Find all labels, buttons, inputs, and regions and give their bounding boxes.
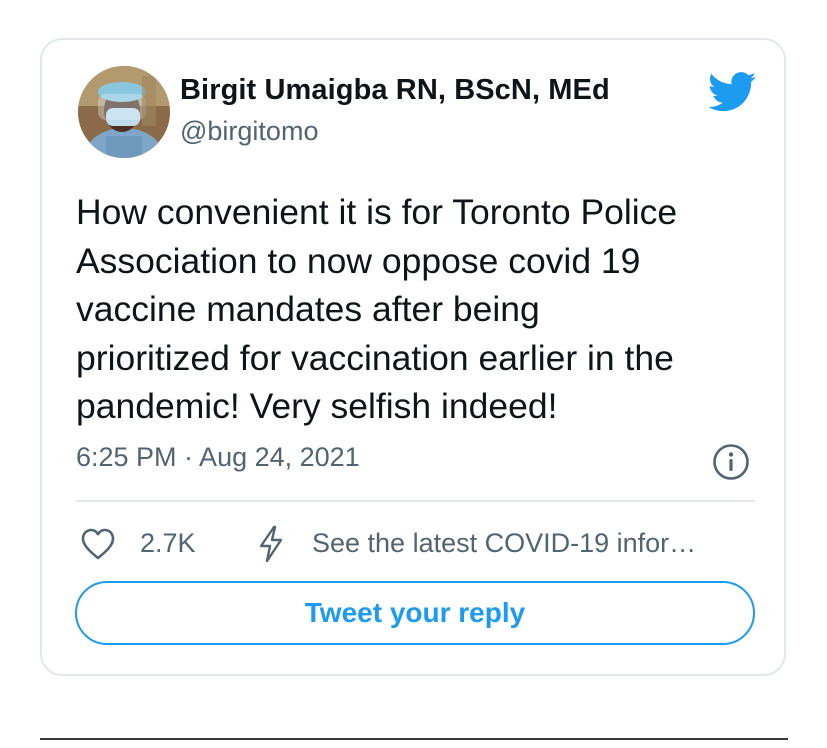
info-icon[interactable]	[712, 443, 750, 481]
covid-info-link[interactable]: See the latest COVID-19 infor…	[312, 528, 696, 559]
lightning-bolt-icon[interactable]	[256, 524, 286, 564]
avatar[interactable]	[78, 66, 170, 158]
bottom-divider	[40, 738, 788, 740]
avatar-photo	[78, 66, 170, 158]
tweet-card[interactable]: Birgit Umaigba RN, BScN, MEd @birgitomo …	[40, 38, 786, 676]
heart-icon[interactable]	[80, 527, 116, 561]
author-name[interactable]: Birgit Umaigba RN, BScN, MEd	[180, 74, 610, 107]
tweet-text: How convenient it is for Toronto Police …	[76, 192, 678, 426]
divider	[76, 500, 755, 502]
author-handle[interactable]: @birgitomo	[180, 116, 318, 147]
like-count[interactable]: 2.7K	[140, 528, 196, 559]
tweet-reply-button[interactable]: Tweet your reply	[75, 581, 755, 645]
tweet-timestamp[interactable]: 6:25 PM · Aug 24, 2021	[76, 442, 360, 473]
twitter-bird-icon[interactable]	[708, 72, 756, 112]
